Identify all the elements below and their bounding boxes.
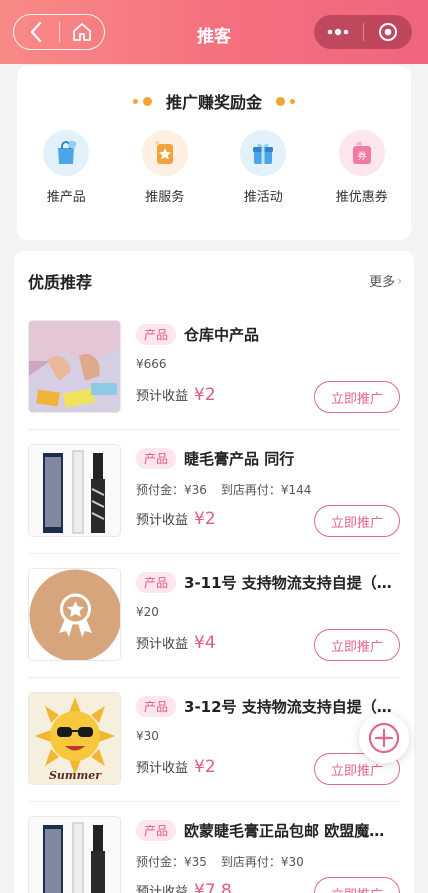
target-icon [378,23,397,41]
coupon-icon: 券 [338,130,385,176]
star-badge-icon [141,130,188,176]
category-label: 推活动 [243,190,283,205]
product-name: 3-12号 支持物流支持自提（… [184,698,392,716]
product-name: 睫毛膏产品 同行 [184,450,295,468]
decor-dot [276,96,285,106]
reward-card: 推广赚奖励金 推产品 推服务 推活动 券 推优惠券 [17,66,411,240]
mini-program-capsule [314,15,412,49]
close-miniapp-button[interactable] [363,15,412,49]
more-button[interactable] [314,15,363,49]
category-label: 推优惠券 [335,190,388,205]
promote-now-button[interactable]: 立即推广 [314,629,400,661]
decor-dot [132,98,138,104]
product-thumbnail [28,320,121,413]
product-price: 预付金：¥35 到店再付：¥30 [136,853,304,870]
in-store-price: 到店再付：¥30 [220,855,304,869]
category-tag: 产品 [136,820,177,841]
earn-amount: ¥2 [194,509,216,529]
category-tag: 产品 [136,324,177,345]
category-coupons[interactable]: 券 推优惠券 [313,130,412,205]
chevron-right-icon: › [397,273,402,288]
decor-dot [290,98,295,104]
product-name: 欧蒙睫毛膏正品包邮 欧盟魔… [184,822,385,840]
more-label: 更多 [369,275,396,290]
earn-label: 预计收益 [136,885,189,893]
category-events[interactable]: 推活动 [214,130,313,205]
promote-now-button[interactable]: 立即推广 [314,877,400,893]
expected-earnings: 预计收益 ¥7.8 [136,881,232,893]
category-row: 推产品 推服务 推活动 券 推优惠券 [17,130,411,205]
list-item[interactable]: 产品 欧蒙睫毛膏正品包邮 欧盟魔… 预付金：¥35 到店再付：¥30 预计收益 ¥… [28,802,400,893]
thumbnail-caption: Summer [49,769,102,782]
earn-amount: ¥2 [194,757,216,777]
category-products[interactable]: 推产品 [17,130,116,205]
earn-amount: ¥2 [194,385,216,405]
more-dots-icon [327,28,349,36]
product-thumbnail [28,568,121,661]
section-title: 优质推荐 [28,273,93,292]
deposit-price: 预付金：¥35 [136,855,207,869]
more-link[interactable]: 更多 › [369,271,402,291]
promote-now-button[interactable]: 立即推广 [314,505,400,537]
product-price: ¥20 [136,605,159,619]
floating-add-button[interactable] [359,713,409,763]
category-services[interactable]: 推服务 [116,130,215,205]
coupon-icon-text: 券 [357,150,366,162]
category-tag: 产品 [136,696,177,717]
earn-label: 预计收益 [136,761,189,776]
item-title-row: 产品 仓库中产品 [136,324,400,345]
product-thumbnail [28,444,121,537]
expected-earnings: 预计收益 ¥2 [136,757,216,777]
recommend-section: 优质推荐 更多 › 产品 仓库中产品 ¥666 预计收益 ¥2 立即推广 产品 … [14,251,414,893]
list-item[interactable]: 产品 仓库中产品 ¥666 预计收益 ¥2 立即推广 [28,306,400,430]
earn-label: 预计收益 [136,389,189,404]
product-price: ¥666 [136,357,167,371]
category-tag: 产品 [136,448,177,469]
product-name: 3-11号 支持物流支持自提（… [184,574,392,592]
expected-earnings: 预计收益 ¥2 [136,509,216,529]
earn-label: 预计收益 [136,513,189,528]
item-title-row: 产品 睫毛膏产品 同行 [136,448,400,469]
category-label: 推服务 [145,190,185,205]
promote-now-button[interactable]: 立即推广 [314,381,400,413]
list-item[interactable]: 产品 睫毛膏产品 同行 预付金：¥36 到店再付：¥144 预计收益 ¥2 立即推… [28,430,400,554]
reward-title: 推广赚奖励金 [165,93,262,112]
item-title-row: 产品 3-12号 支持物流支持自提（… [136,696,400,717]
earn-label: 预计收益 [136,637,189,652]
product-name: 仓库中产品 [184,326,260,344]
product-price: 预付金：¥36 到店再付：¥144 [136,481,311,498]
earn-amount: ¥4 [194,633,216,653]
category-tag: 产品 [136,572,177,593]
list-item[interactable]: 产品 3-11号 支持物流支持自提（… ¥20 预计收益 ¥4 立即推广 [28,554,400,678]
item-title-row: 产品 欧蒙睫毛膏正品包邮 欧盟魔… [136,820,400,841]
in-store-price: 到店再付：¥144 [220,483,312,497]
shopping-bag-icon [43,130,90,176]
product-price: ¥30 [136,729,159,743]
decor-dot [142,96,152,106]
product-thumbnail: Summer [28,692,121,785]
reward-heading: 推广赚奖励金 [17,89,411,113]
gift-icon [240,130,287,176]
earn-amount: ¥7.8 [194,881,232,893]
item-title-row: 产品 3-11号 支持物流支持自提（… [136,572,400,593]
plus-circle-icon [368,722,400,754]
top-nav-bar: 推客 [0,0,428,64]
product-thumbnail [28,816,121,893]
list-item[interactable]: Summer 产品 3-12号 支持物流支持自提（… ¥30 预计收益 ¥2 立… [28,678,400,802]
expected-earnings: 预计收益 ¥2 [136,385,216,405]
expected-earnings: 预计收益 ¥4 [136,633,216,653]
category-label: 推产品 [46,190,86,205]
deposit-price: 预付金：¥36 [136,483,207,497]
